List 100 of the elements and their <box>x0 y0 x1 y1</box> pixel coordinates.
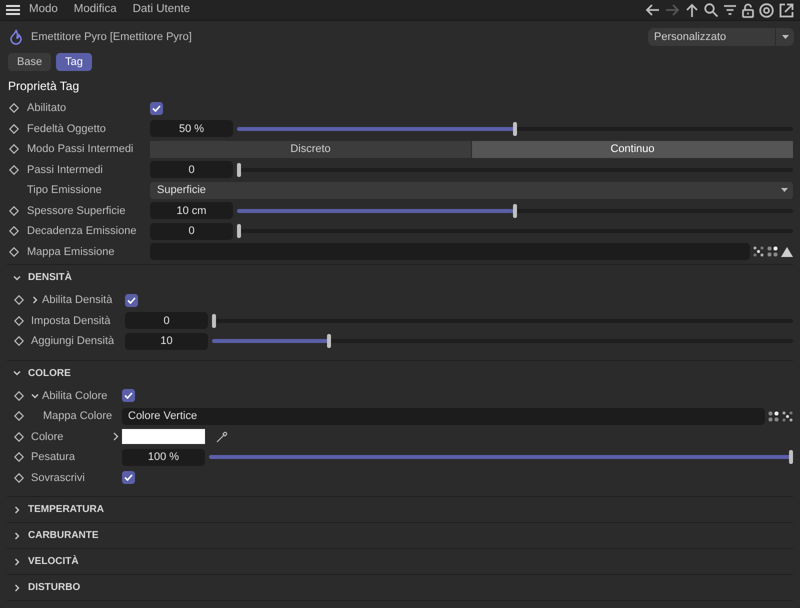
keyframe-icon[interactable] <box>8 144 18 154</box>
property-label: Fedeltà Oggetto <box>27 122 106 136</box>
menu-icon[interactable] <box>6 4 20 16</box>
segment-button[interactable]: Continuo <box>471 140 793 158</box>
check-icon <box>124 392 133 400</box>
keyframe-icon[interactable] <box>14 432 24 442</box>
section-title[interactable]: CARBURANTE <box>28 528 99 543</box>
tab[interactable]: Base <box>8 53 52 71</box>
slider[interactable] <box>212 334 793 348</box>
check-icon <box>127 296 136 304</box>
number-field[interactable]: 0 <box>150 222 233 240</box>
keyframe-icon[interactable] <box>14 411 24 422</box>
chevron-right-icon[interactable] <box>13 584 21 592</box>
section-title[interactable]: DISTURBO <box>28 580 80 595</box>
back-arrow-icon[interactable] <box>645 3 660 17</box>
number-field[interactable]: 0 <box>125 312 208 330</box>
keyframe-icon[interactable] <box>14 295 24 306</box>
section-heading: Proprietà Tag <box>7 78 80 94</box>
preset-dropdown[interactable]: Personalizzato <box>648 28 794 46</box>
caret-icon <box>781 188 788 192</box>
tab[interactable]: Tag <box>56 53 92 71</box>
property-label: Pesatura <box>31 450 76 465</box>
checkbox[interactable] <box>122 471 135 484</box>
slider-thumb[interactable] <box>513 122 517 136</box>
keyframe-icon[interactable] <box>8 124 18 134</box>
keyframe-icon[interactable] <box>8 246 18 257</box>
slider[interactable] <box>237 224 793 238</box>
keyframe-icon[interactable] <box>8 226 18 236</box>
keyframe-icon[interactable] <box>8 103 18 114</box>
slider-thumb[interactable] <box>237 224 241 238</box>
slider[interactable] <box>237 122 793 136</box>
number-field[interactable]: 10 <box>125 332 208 350</box>
keyframe-icon[interactable] <box>8 206 18 216</box>
keyframe-icon[interactable] <box>14 390 24 401</box>
external-window-icon[interactable] <box>779 2 794 18</box>
keyframe-icon[interactable] <box>14 452 24 462</box>
number-field[interactable]: 0 <box>150 161 233 178</box>
property-label: Abilitato <box>27 101 66 116</box>
property-label: Decadenza Emissione <box>27 224 136 239</box>
number-field[interactable]: 100 % <box>122 448 205 466</box>
slider-thumb[interactable] <box>237 162 241 177</box>
chevron-right-icon[interactable] <box>13 532 21 540</box>
chevron-down-icon[interactable] <box>13 274 21 282</box>
chevron-down-icon[interactable] <box>13 369 21 377</box>
eyedropper-icon[interactable] <box>216 430 229 444</box>
slider[interactable] <box>209 450 793 464</box>
section-title[interactable]: COLORE <box>28 366 71 380</box>
keyframe-icon[interactable] <box>14 472 24 483</box>
texture-dots-icon[interactable] <box>753 246 764 258</box>
dropdown[interactable]: Superficie <box>150 182 793 199</box>
slider[interactable] <box>237 162 793 177</box>
menu-item[interactable]: Dati Utente <box>132 1 190 19</box>
property-label: Aggiungi Densità <box>31 334 114 349</box>
check-icon <box>124 474 133 482</box>
search-icon[interactable] <box>704 3 718 17</box>
property-label: Spessore Superficie <box>27 204 126 218</box>
property-label: Sovrascrivi <box>31 470 85 486</box>
slider[interactable] <box>212 314 793 328</box>
triangle-icon[interactable] <box>781 246 793 257</box>
texture-field[interactable]: Colore Vertice <box>122 408 765 425</box>
section-title[interactable]: DENSITÀ <box>28 270 72 285</box>
property-label: Mappa Emissione <box>27 244 114 260</box>
object-title: Emettitore Pyro [Emettitore Pyro] <box>31 30 192 45</box>
keyframe-icon[interactable] <box>8 164 18 175</box>
slider[interactable] <box>237 204 793 218</box>
flame-icon <box>9 29 23 45</box>
menu-item[interactable]: Modifica <box>74 1 117 19</box>
slider-thumb[interactable] <box>513 204 517 218</box>
texture-grid-icon[interactable] <box>768 410 779 422</box>
chevron-right-icon[interactable] <box>13 506 21 514</box>
chevron-right-icon[interactable] <box>31 296 39 304</box>
slider-thumb[interactable] <box>789 450 793 464</box>
slider-thumb[interactable] <box>327 334 332 348</box>
keyframe-icon[interactable] <box>14 316 24 326</box>
color-swatch[interactable] <box>122 429 205 444</box>
lock-icon[interactable] <box>742 2 754 18</box>
section-title[interactable]: TEMPERATURA <box>28 502 104 517</box>
chevron-right-icon[interactable] <box>113 432 119 442</box>
checkbox[interactable] <box>150 102 163 115</box>
checkbox[interactable] <box>125 294 138 307</box>
chevron-down-icon[interactable] <box>31 392 39 400</box>
chevron-right-icon[interactable] <box>13 558 21 566</box>
texture-dots-icon[interactable] <box>782 410 793 422</box>
menu-item[interactable]: Modo <box>29 1 58 19</box>
property-label: Tipo Emissione <box>27 183 102 198</box>
section-title[interactable]: VELOCITÀ <box>28 554 79 569</box>
filter-icon[interactable] <box>723 4 737 16</box>
property-label: Colore <box>31 430 64 444</box>
keyframe-icon[interactable] <box>14 336 24 346</box>
texture-grid-icon[interactable] <box>767 246 778 258</box>
number-field[interactable]: 10 cm <box>150 202 233 220</box>
property-label: Passi Intermedi <box>27 162 103 178</box>
property-label: Modo Passi Intermedi <box>27 142 134 157</box>
up-arrow-icon[interactable] <box>685 2 699 18</box>
number-field[interactable]: 50 % <box>150 120 233 138</box>
slider-thumb[interactable] <box>212 314 216 328</box>
checkbox[interactable] <box>122 389 135 402</box>
caret-icon <box>782 35 788 39</box>
segment-button[interactable]: Discreto <box>150 140 471 158</box>
target-icon[interactable] <box>759 2 774 18</box>
